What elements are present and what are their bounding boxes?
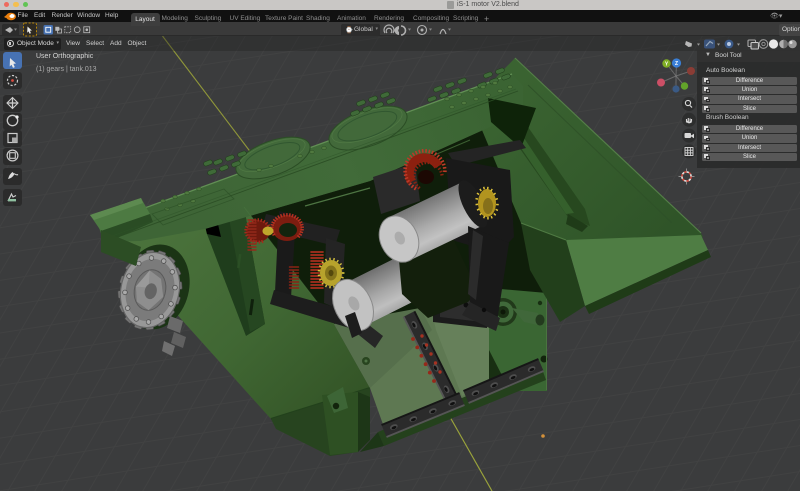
svg-text:Z: Z (675, 61, 678, 67)
